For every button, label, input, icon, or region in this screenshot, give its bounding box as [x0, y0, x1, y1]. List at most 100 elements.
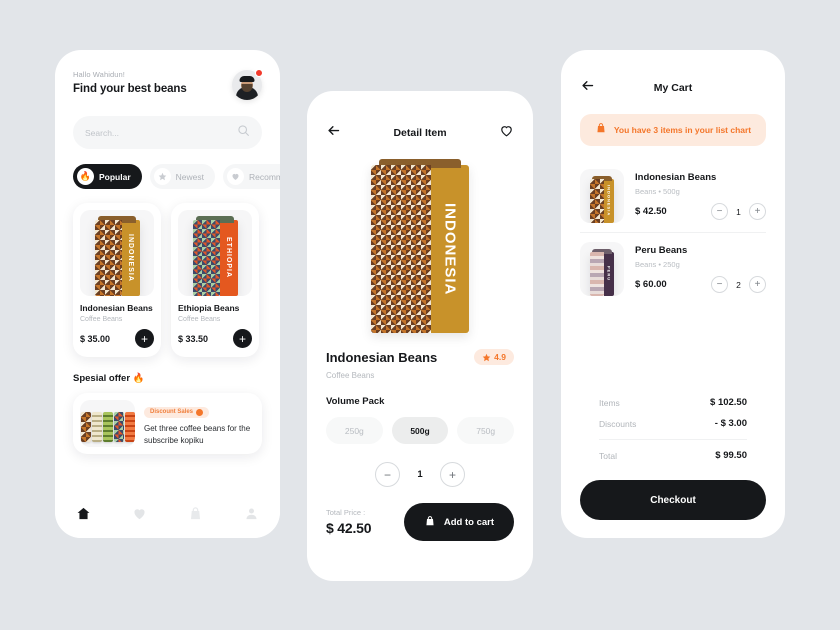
detail-product-name: Indonesian Beans — [326, 349, 438, 365]
add-to-cart-button[interactable]: Add to cart — [403, 503, 514, 541]
cart-item-stepper: − 2 + — [711, 276, 766, 293]
bag-panel-text: INDONESIA — [121, 220, 140, 296]
search-input[interactable]: Search... — [73, 116, 262, 149]
greeting-block: Hallo Wahidun! Find your best beans — [73, 70, 187, 95]
chip-newest-label: Newest — [175, 171, 204, 182]
checkout-button[interactable]: Checkout — [580, 480, 766, 520]
cart-item-increment-button[interactable]: + — [749, 203, 766, 220]
product-card[interactable]: INDONESIA Indonesian Beans Coffee Beans … — [73, 203, 161, 357]
cart-item-price: $ 60.00 — [635, 279, 667, 290]
summary-divider — [599, 439, 747, 440]
cart-summary: Items $ 102.50 Discounts - $ 3.00 Total … — [580, 392, 766, 466]
chip-recommend[interactable]: Recommend — [223, 164, 280, 189]
coffee-bag-indonesia-small: INDONESIA — [590, 176, 614, 223]
back-button[interactable] — [326, 123, 341, 143]
quantity-decrement-button[interactable]: − — [375, 462, 400, 487]
add-product-button[interactable]: + — [135, 329, 154, 348]
product-card[interactable]: ETHIOPIA Ethiopia Beans Coffee Beans $ 3… — [171, 203, 259, 357]
bag-icon — [424, 515, 436, 530]
add-product-button[interactable]: + — [233, 329, 252, 348]
chip-popular-label: Popular — [99, 171, 131, 182]
nav-bag-icon[interactable] — [188, 506, 203, 526]
greeting-subtitle: Hallo Wahidun! — [73, 70, 125, 79]
favorite-button[interactable] — [499, 123, 514, 143]
summary-row-total: Total $ 99.50 — [599, 445, 747, 466]
volume-option-250g[interactable]: 250g — [326, 417, 383, 444]
cart-item-controls: $ 60.00 − 2 + — [635, 276, 766, 293]
volume-option-750g[interactable]: 750g — [457, 417, 515, 444]
phone-home-screen: Hallo Wahidun! Find your best beans Sear… — [55, 50, 280, 538]
greeting-row: Hallo Wahidun! Find your best beans — [73, 69, 263, 100]
coffee-bag-ethiopia: ETHIOPIA — [192, 216, 238, 296]
bag-panel-text: INDONESIA — [431, 165, 469, 333]
cart-item-info: Peru Beans Beans • 250g $ 60.00 − 2 + — [635, 245, 766, 293]
star-icon — [482, 353, 491, 361]
cart-item-decrement-button[interactable]: − — [711, 203, 728, 220]
cart-item-increment-button[interactable]: + — [749, 276, 766, 293]
quantity-increment-button[interactable]: + — [440, 462, 465, 487]
coffee-bag-indonesia-large: INDONESIA — [371, 159, 469, 333]
chip-recommend-label: Recommend — [249, 171, 280, 182]
phone-cart-screen: My Cart You have 3 items in your list ch… — [561, 50, 785, 538]
special-offer-card[interactable]: Discount Sales Get three coffee beans fo… — [73, 393, 262, 454]
cart-item-decrement-button[interactable]: − — [711, 276, 728, 293]
product-image: ETHIOPIA — [178, 210, 252, 296]
cart-header: My Cart — [561, 50, 785, 98]
summary-total-value: $ 99.50 — [715, 450, 747, 461]
cart-item: INDONESIA Indonesian Beans Beans • 500g … — [580, 160, 766, 232]
discount-badge-label: Discount Sales — [150, 409, 194, 416]
rating-value: 4.9 — [494, 352, 506, 362]
product-footer: $ 33.50 + — [178, 329, 252, 348]
special-offer-text: Get three coffee beans for the subscribe… — [144, 424, 251, 445]
special-offer-heading: Spesial offer 🔥 — [73, 373, 145, 384]
nav-favorites-icon[interactable] — [132, 506, 147, 526]
avatar[interactable] — [232, 69, 263, 100]
mini-bag-orange — [124, 412, 135, 442]
product-subtitle: Coffee Beans — [178, 316, 221, 323]
chip-popular[interactable]: 🔥 Popular — [73, 164, 142, 189]
phone-detail-screen: Detail Item INDONESIA Indonesian Beans 4… — [307, 91, 533, 581]
nav-home-icon[interactable] — [76, 506, 91, 526]
volume-option-500g[interactable]: 500g — [391, 417, 449, 444]
volume-pack-label: Volume Pack — [326, 396, 385, 407]
bag-panel-text: PERU — [604, 252, 614, 296]
cart-item-list: INDONESIA Indonesian Beans Beans • 500g … — [580, 160, 766, 305]
product-title: Indonesian Beans — [80, 303, 153, 313]
nav-profile-icon[interactable] — [244, 506, 259, 526]
screenshot-canvas: Hallo Wahidun! Find your best beans Sear… — [0, 0, 840, 630]
summary-row-discounts: Discounts - $ 3.00 — [599, 413, 747, 434]
search-icon — [237, 124, 250, 142]
cart-item-thumbnail: INDONESIA — [580, 169, 624, 223]
bag-panel-text: INDONESIA — [604, 179, 614, 223]
cart-item-price: $ 42.50 — [635, 206, 667, 217]
cart-item-controls: $ 42.50 − 1 + — [635, 203, 766, 220]
flame-icon: 🔥 — [77, 168, 94, 185]
cart-item-quantity: 2 — [736, 279, 741, 290]
chip-newest[interactable]: Newest — [149, 164, 215, 189]
cart-notice-banner: You have 3 items in your list chart — [580, 114, 766, 146]
bottom-navigation — [55, 494, 280, 538]
cart-item-meta: Beans • 250g — [635, 260, 680, 269]
heart-icon — [227, 168, 244, 185]
notification-dot — [255, 69, 263, 77]
discount-icon — [196, 408, 204, 416]
cart-item: PERU Peru Beans Beans • 250g $ 60.00 − 2… — [580, 232, 766, 305]
detail-name-row: Indonesian Beans 4.9 — [326, 349, 514, 365]
cart-item-info: Indonesian Beans Beans • 500g $ 42.50 − … — [635, 172, 766, 220]
detail-title: Detail Item — [393, 127, 447, 139]
cart-notice-text: You have 3 items in your list chart — [613, 125, 752, 135]
bag-panel-text: ETHIOPIA — [219, 220, 238, 296]
filter-chips: 🔥 Popular Newest Recommend — [73, 164, 280, 189]
cart-item-name: Peru Beans — [635, 245, 688, 256]
cart-item-thumbnail: PERU — [580, 242, 624, 296]
product-footer: $ 35.00 + — [80, 329, 154, 348]
coffee-bag-indonesia: INDONESIA — [94, 216, 140, 296]
detail-header: Detail Item — [307, 91, 533, 143]
home-content: Hallo Wahidun! Find your best beans Sear… — [55, 50, 280, 454]
back-button[interactable] — [580, 78, 595, 98]
coffee-bag-peru-small: PERU — [590, 249, 614, 296]
cart-item-stepper: − 1 + — [711, 203, 766, 220]
product-price: $ 33.50 — [178, 333, 209, 344]
detail-footer: Total Price : $ 42.50 Add to cart — [326, 503, 514, 541]
cart-item-meta: Beans • 500g — [635, 187, 680, 196]
